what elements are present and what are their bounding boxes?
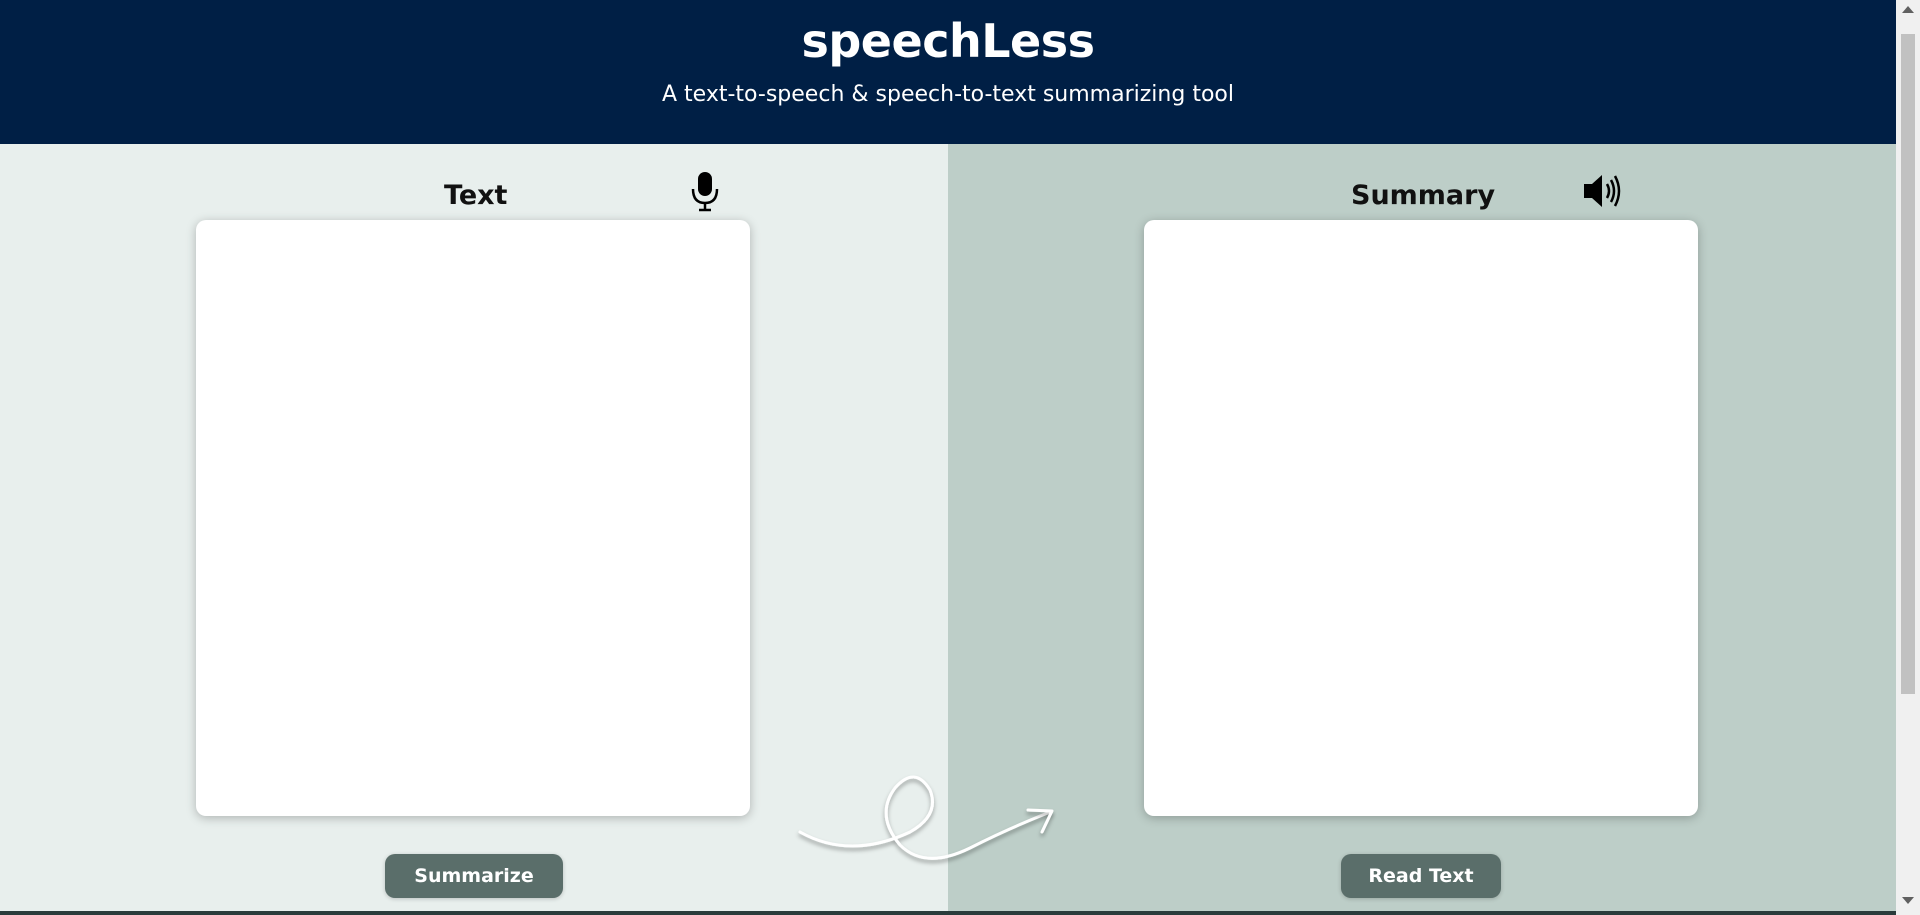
header: speechLess A text-to-speech & speech-to-… <box>0 0 1896 144</box>
input-panel: Text Summarize <box>0 144 948 915</box>
text-input[interactable] <box>196 220 750 816</box>
summarize-button[interactable]: Summarize <box>385 854 563 898</box>
scroll-thumb[interactable] <box>1901 34 1915 694</box>
app-title: speechLess <box>801 14 1096 68</box>
read-text-button[interactable]: Read Text <box>1341 854 1501 898</box>
output-panel-heading: Summary <box>1351 180 1496 211</box>
input-panel-heading: Text <box>444 180 508 211</box>
output-panel: Summary Read Text <box>948 144 1896 915</box>
page: speechLess A text-to-speech & speech-to-… <box>0 0 1920 915</box>
speaker-icon[interactable] <box>1582 170 1624 212</box>
scroll-down-icon[interactable] <box>1902 897 1914 904</box>
scroll-up-icon[interactable] <box>1902 6 1914 13</box>
app-subtitle: A text-to-speech & speech-to-text summar… <box>662 82 1234 107</box>
bottom-edge <box>0 911 1896 915</box>
page-scrollbar[interactable] <box>1896 0 1920 915</box>
summary-output[interactable] <box>1144 220 1698 816</box>
microphone-icon[interactable] <box>684 170 726 212</box>
